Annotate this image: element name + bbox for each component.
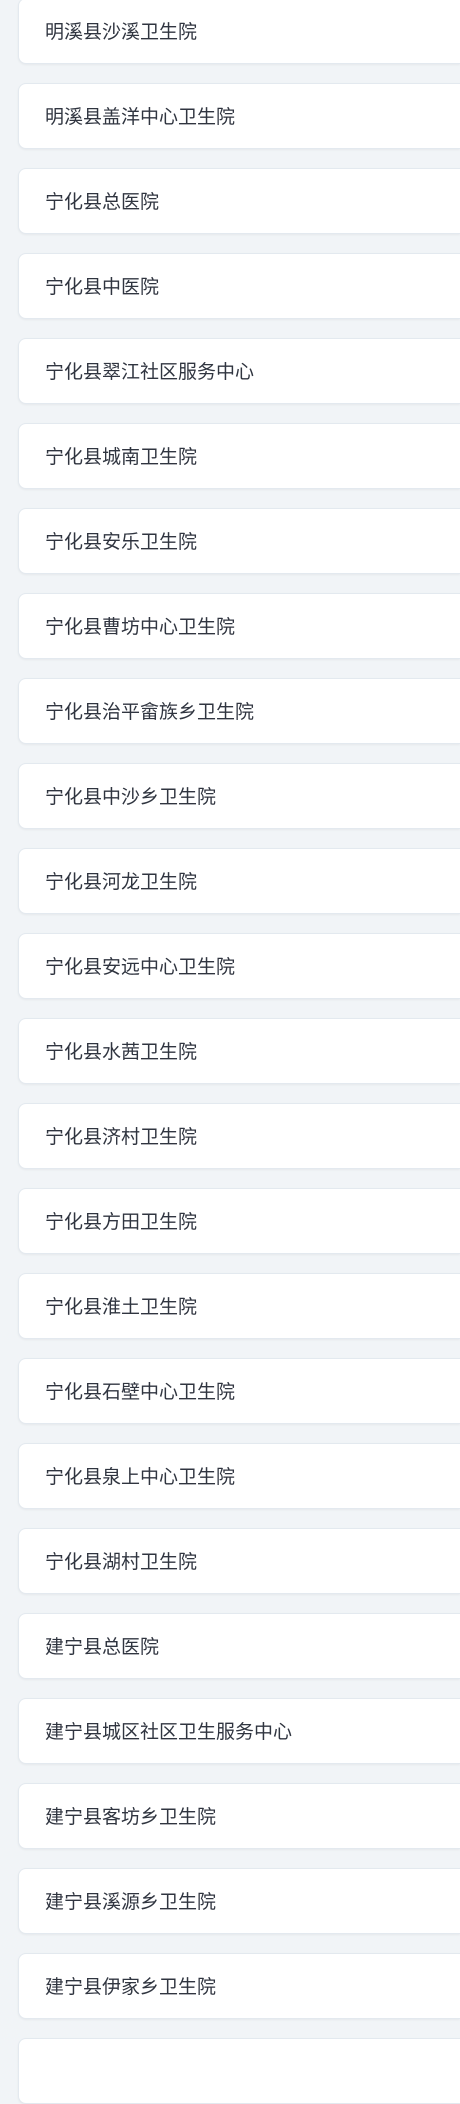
hospital-list-item[interactable]: 宁化县河龙卫生院: [18, 848, 460, 914]
hospital-name: 建宁县总医院: [45, 1636, 160, 1658]
hospital-list-item[interactable]: 宁化县方田卫生院: [18, 1188, 460, 1254]
hospital-name: 建宁县伊家乡卫生院: [45, 1976, 217, 1998]
hospital-list-item[interactable]: 宁化县水茜卫生院: [18, 1018, 460, 1084]
hospital-name: 建宁县客坊乡卫生院: [45, 1806, 217, 1828]
hospital-list: 明溪县沙溪卫生院明溪县盖洋中心卫生院 宁化县总医院 宁化县中医院宁化县翠江社区服务中…: [0, 0, 460, 2104]
hospital-list-item[interactable]: 宁化县曹坊中心卫生院: [18, 593, 460, 659]
hospital-list-item[interactable]: 宁化县安乐卫生院: [18, 508, 460, 574]
hospital-list-item[interactable]: 建宁县溪源乡卫生院: [18, 1868, 460, 1934]
hospital-name: 宁化县安远中心卫生院: [45, 956, 236, 978]
hospital-name: 宁化县总医院: [45, 191, 160, 213]
hospital-name: 宁化县湖村卫生院: [45, 1551, 198, 1573]
hospital-name: 宁化县水茜卫生院: [45, 1041, 198, 1063]
hospital-name: 宁化县城南卫生院: [45, 446, 198, 468]
hospital-list-item[interactable]: 宁化县中医院: [18, 253, 460, 319]
hospital-list-item[interactable]: 建宁县客坊乡卫生院: [18, 1783, 460, 1849]
hospital-name: 明溪县盖洋中心卫生院: [45, 106, 236, 128]
hospital-name: 宁化县中医院: [45, 276, 160, 298]
hospital-name: 宁化县淮土卫生院: [45, 1296, 198, 1318]
hospital-name: 宁化县中沙乡卫生院: [45, 786, 217, 808]
hospital-list-item[interactable]: 宁化县湖村卫生院: [18, 1528, 460, 1594]
hospital-list-item[interactable]: 宁化县淮土卫生院: [18, 1273, 460, 1339]
hospital-name: 宁化县方田卫生院: [45, 1211, 198, 1233]
hospital-list-item[interactable]: 宁化县安远中心卫生院: [18, 933, 460, 999]
hospital-name: 宁化县安乐卫生院: [45, 531, 198, 553]
hospital-name: 宁化县翠江社区服务中心: [45, 361, 255, 383]
hospital-list-item[interactable]: 宁化县济村卫生院: [18, 1103, 460, 1169]
hospital-list-item[interactable]: 建宁县伊家乡卫生院: [18, 1953, 460, 2019]
hospital-name: 明溪县沙溪卫生院: [45, 21, 198, 43]
hospital-name: 宁化县济村卫生院: [45, 1126, 198, 1148]
hospital-name: 宁化县泉上中心卫生院: [45, 1466, 236, 1488]
hospital-list-item[interactable]: 建宁县城区社区卫生服务中心: [18, 1698, 460, 1764]
hospital-list-item[interactable]: 宁化县翠江社区服务中心: [18, 338, 460, 404]
hospital-name: 建宁县城区社区卫生服务中心: [45, 1721, 293, 1743]
hospital-name: 宁化县曹坊中心卫生院: [45, 616, 236, 638]
hospital-list-item[interactable]: 明溪县盖洋中心卫生院: [18, 83, 460, 149]
hospital-name: 宁化县治平畲族乡卫生院: [45, 701, 255, 723]
hospital-name: 宁化县石壁中心卫生院: [45, 1381, 236, 1403]
hospital-list-item[interactable]: 宁化县治平畲族乡卫生院: [18, 678, 460, 744]
hospital-name: 建宁县溪源乡卫生院: [45, 1891, 217, 1913]
hospital-list-item[interactable]: 明溪县沙溪卫生院: [18, 0, 460, 64]
hospital-name: 宁化县河龙卫生院: [45, 871, 198, 893]
hospital-list-item[interactable]: 宁化县城南卫生院: [18, 423, 460, 489]
hospital-list-item[interactable]: 宁化县泉上中心卫生院: [18, 1443, 460, 1509]
hospital-list-item[interactable]: 建宁县总医院: [18, 1613, 460, 1679]
hospital-list-item[interactable]: 宁化县总医院: [18, 168, 460, 234]
hospital-list-item[interactable]: 宁化县石壁中心卫生院: [18, 1358, 460, 1424]
hospital-list-item[interactable]: 宁化县中沙乡卫生院: [18, 763, 460, 829]
